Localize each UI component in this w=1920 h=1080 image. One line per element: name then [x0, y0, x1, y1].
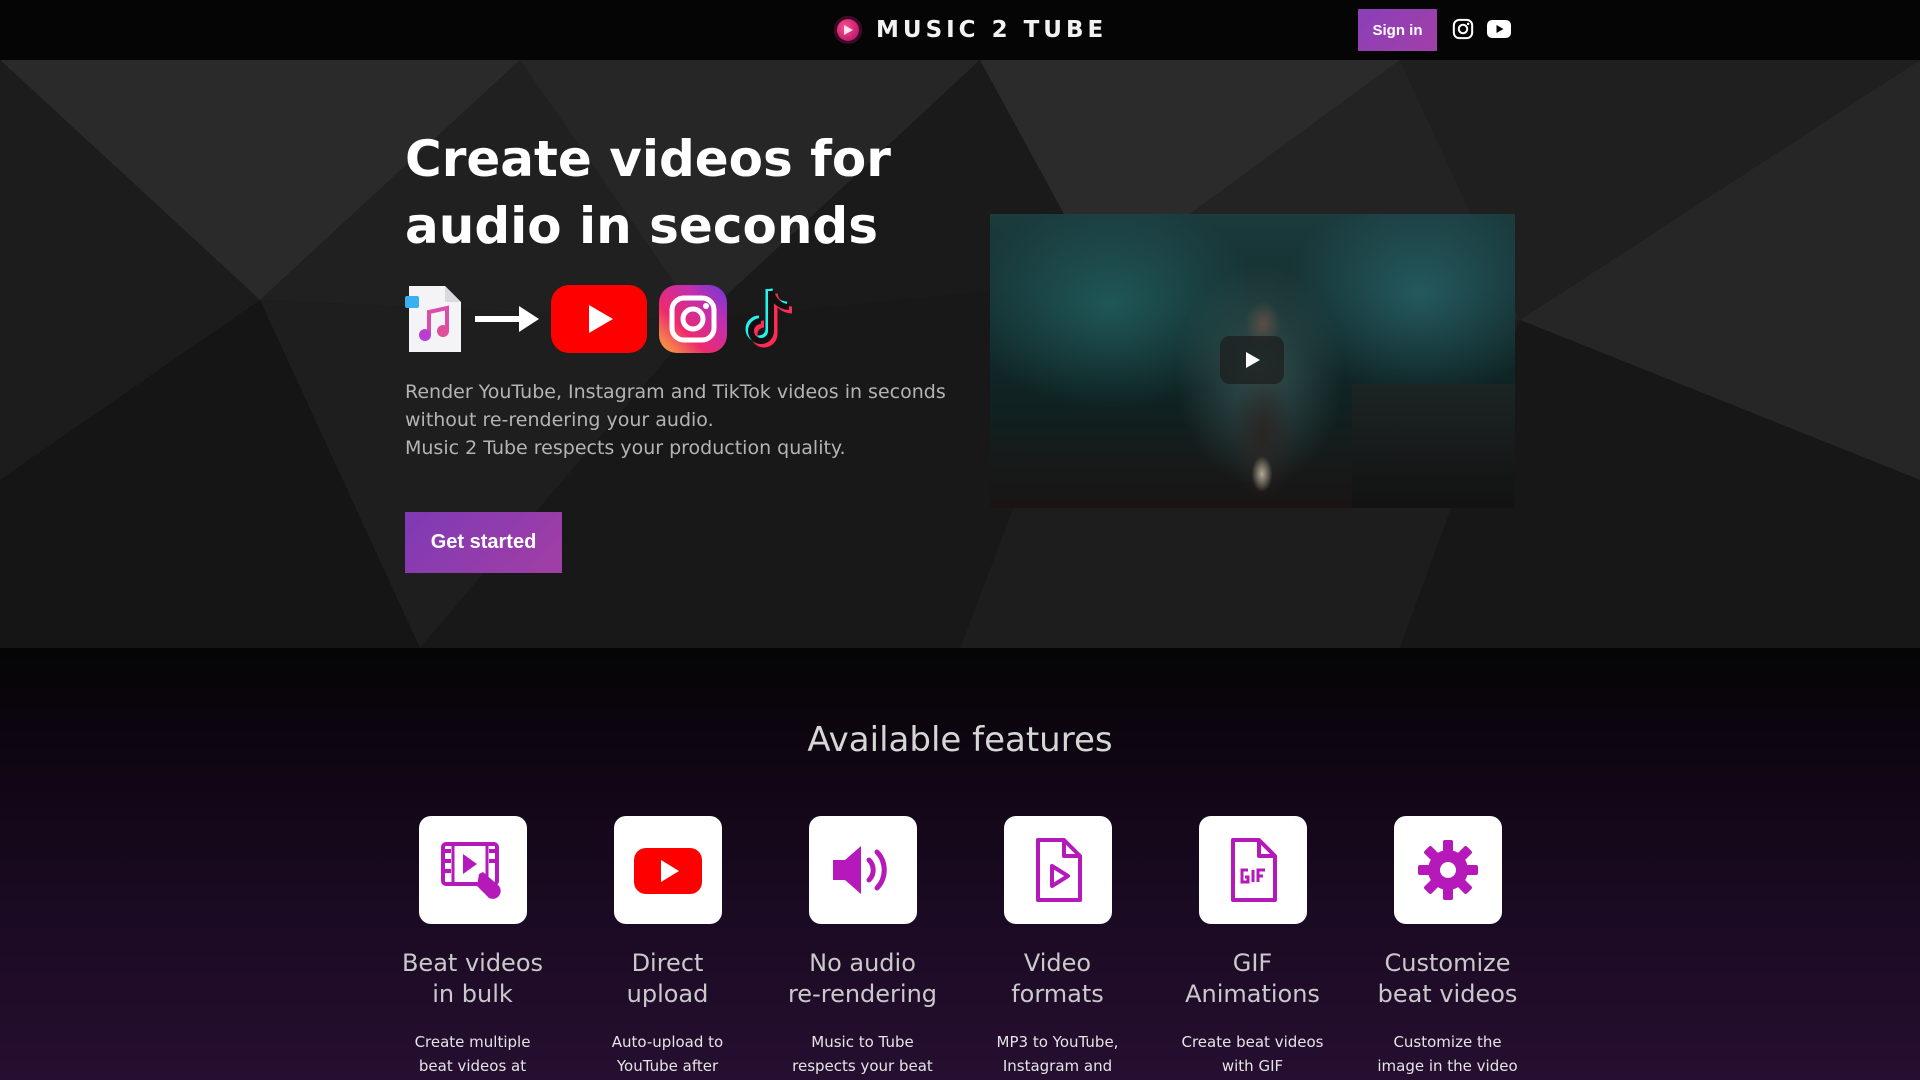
- feature-description: Create beat videos with GIF: [1155, 1030, 1350, 1078]
- feature-title: No audio re-rendering: [765, 948, 960, 1010]
- gif-file-icon: [1230, 838, 1277, 902]
- feature-description-line: Auto-upload to: [611, 1033, 724, 1051]
- feature-title-line: GIF: [1232, 949, 1273, 977]
- feature-card: Customize beat videos Customize the imag…: [1350, 816, 1545, 1078]
- feature-title: GIF Animations: [1155, 948, 1350, 1010]
- feature-title-line: Video: [1023, 949, 1092, 977]
- hero-description-line: Music 2 Tube respects your production qu…: [405, 437, 846, 459]
- feature-card: Direct upload Auto-upload to YouTube aft…: [570, 816, 765, 1078]
- hero-section: Create videos for audio in seconds Rende…: [0, 60, 1920, 648]
- feature-title: Customize beat videos: [1350, 948, 1545, 1010]
- video-thumbnail-chain: [1247, 444, 1277, 504]
- feature-title: Direct upload: [570, 948, 765, 1010]
- feature-card: Video formats MP3 to YouTube, Instagram …: [960, 816, 1155, 1078]
- feature-description-line: YouTube after: [616, 1057, 719, 1075]
- tiktok-icon: [745, 288, 793, 348]
- feature-title-line: in bulk: [432, 980, 513, 1008]
- feature-description: Customize the image in the video: [1350, 1030, 1545, 1078]
- top-bar: MUSIC 2 TUBE Sign in: [0, 0, 1920, 60]
- feature-title-line: beat videos: [1377, 980, 1518, 1008]
- arrow-right-icon: [475, 306, 539, 332]
- music-file-icon: [405, 286, 461, 352]
- youtube-icon: [551, 285, 647, 353]
- brand-logo-icon: [834, 16, 862, 44]
- feature-card: GIF Animations Create beat videos with G…: [1155, 816, 1350, 1078]
- platform-icons: [405, 282, 797, 356]
- hero-description-line: without re-rendering your audio.: [405, 409, 714, 431]
- video-thumbnail-panel: [1352, 384, 1515, 508]
- feature-description: Create multiple beat videos at: [375, 1030, 570, 1078]
- feature-title-line: formats: [1011, 980, 1104, 1008]
- feature-title-line: Beat videos: [401, 949, 544, 977]
- feature-description-line: beat videos at: [418, 1057, 527, 1075]
- feature-description-line: image in the video: [1377, 1057, 1518, 1075]
- instagram-icon[interactable]: [1452, 18, 1474, 40]
- features-section: Available features Beat videos in bulk C…: [0, 648, 1920, 1080]
- feature-title-line: Customize: [1384, 949, 1511, 977]
- feature-title-line: Direct: [631, 949, 704, 977]
- feature-description: Music to Tube respects your beat: [765, 1030, 960, 1078]
- features-title: Available features: [807, 720, 1113, 760]
- sign-in-button[interactable]: Sign in: [1358, 9, 1437, 51]
- feature-description-line: Instagram and: [1002, 1057, 1113, 1075]
- feature-title-line: re-rendering: [787, 980, 938, 1008]
- video-cursor-icon: [440, 842, 501, 899]
- feature-icon-tile: [808, 816, 917, 924]
- youtube-icon[interactable]: [1487, 19, 1511, 39]
- feature-icon-tile: [613, 816, 722, 924]
- hero-title: Create videos for audio in seconds: [405, 130, 891, 255]
- feature-icon-tile: [1198, 816, 1307, 924]
- feature-description-line: with GIF: [1221, 1057, 1284, 1075]
- feature-description-line: Music to Tube: [811, 1033, 914, 1051]
- promo-video[interactable]: [990, 214, 1515, 508]
- brand-name: MUSIC 2 TUBE: [876, 17, 1108, 43]
- feature-description-line: Create beat videos: [1181, 1033, 1324, 1051]
- youtube-icon: [633, 848, 702, 894]
- feature-description-line: MP3 to YouTube,: [996, 1033, 1119, 1051]
- video-play-button[interactable]: [1220, 336, 1284, 384]
- feature-icon-tile: [1393, 816, 1502, 924]
- feature-description-line: Customize the: [1393, 1033, 1502, 1051]
- feature-card: No audio re-rendering Music to Tube resp…: [765, 816, 960, 1078]
- feature-description-line: Create multiple: [414, 1033, 531, 1051]
- feature-description: MP3 to YouTube, Instagram and: [960, 1030, 1155, 1078]
- gear-icon: [1417, 840, 1478, 900]
- feature-title-line: No audio: [809, 949, 916, 977]
- speaker-icon: [832, 846, 887, 894]
- feature-card: Beat videos in bulk Create multiple beat…: [375, 816, 570, 1078]
- feature-title-line: Animations: [1185, 980, 1320, 1008]
- hero-description-line: Render YouTube, Instagram and TikTok vid…: [405, 381, 946, 403]
- feature-icon-tile: [418, 816, 527, 924]
- feature-title: Beat videos in bulk: [375, 948, 570, 1010]
- feature-title: Video formats: [960, 948, 1155, 1010]
- video-file-icon: [1035, 838, 1082, 902]
- feature-description: Auto-upload to YouTube after: [570, 1030, 765, 1078]
- hero-description: Render YouTube, Instagram and TikTok vid…: [405, 378, 965, 462]
- get-started-button[interactable]: Get started: [405, 512, 562, 573]
- hero-background: [0, 60, 1920, 648]
- feature-title-line: upload: [626, 980, 709, 1008]
- feature-description-line: respects your beat: [792, 1057, 933, 1075]
- instagram-icon: [659, 285, 727, 353]
- feature-icon-tile: [1003, 816, 1112, 924]
- brand[interactable]: MUSIC 2 TUBE: [834, 16, 1107, 44]
- play-icon: [1246, 352, 1260, 368]
